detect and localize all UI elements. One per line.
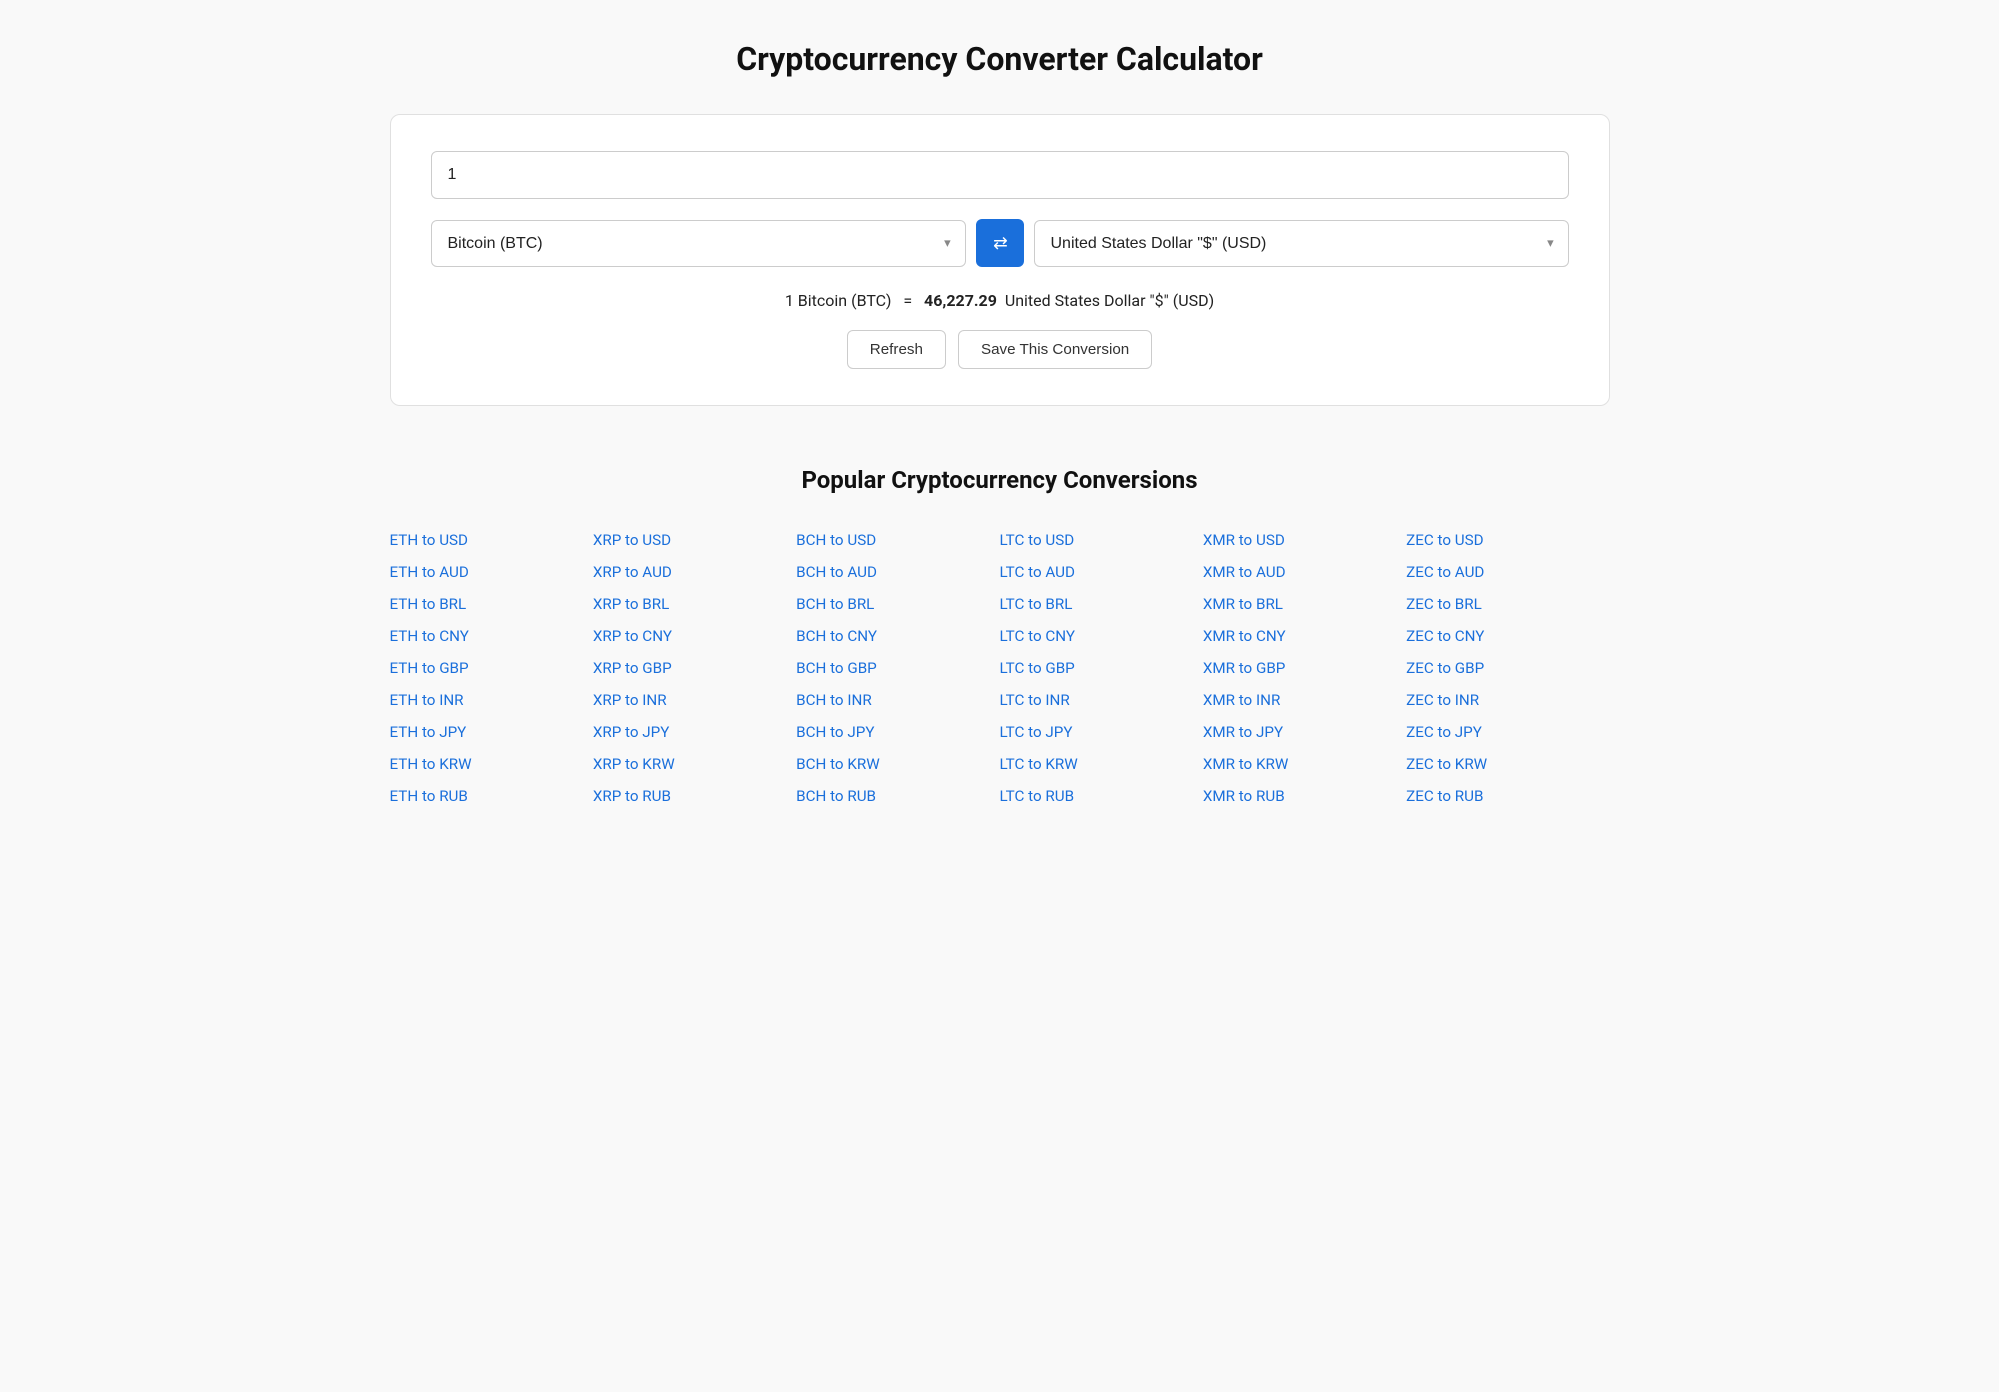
- conversion-link[interactable]: LTC to RUB: [999, 782, 1202, 810]
- conversion-link[interactable]: ETH to AUD: [390, 558, 593, 586]
- conversion-link[interactable]: XRP to INR: [593, 686, 796, 714]
- conversion-col-bch: BCH to USD BCH to AUD BCH to BRL BCH to CNY…: [796, 526, 999, 810]
- to-currency-wrapper: United States Dollar "$" (USD) ▾: [1034, 220, 1569, 267]
- swap-icon: ⇄: [993, 233, 1006, 254]
- conversion-link[interactable]: XMR to JPY: [1203, 718, 1406, 746]
- conversion-link[interactable]: BCH to CNY: [796, 622, 999, 650]
- swap-button[interactable]: ⇄: [976, 219, 1024, 267]
- conversion-link[interactable]: ZEC to BRL: [1406, 590, 1609, 618]
- conversion-link[interactable]: XRP to KRW: [593, 750, 796, 778]
- conversion-link[interactable]: ZEC to CNY: [1406, 622, 1609, 650]
- conversion-link[interactable]: BCH to INR: [796, 686, 999, 714]
- conversion-link[interactable]: ETH to RUB: [390, 782, 593, 810]
- conversion-link[interactable]: XMR to KRW: [1203, 750, 1406, 778]
- popular-section-title: Popular Cryptocurrency Conversions: [390, 466, 1610, 494]
- conversion-link[interactable]: XRP to AUD: [593, 558, 796, 586]
- result-row: 1 Bitcoin (BTC) = 46,227.29 United State…: [431, 291, 1569, 310]
- conversion-link[interactable]: BCH to USD: [796, 526, 999, 554]
- conversion-link[interactable]: XMR to AUD: [1203, 558, 1406, 586]
- save-conversion-button[interactable]: Save This Conversion: [958, 330, 1152, 369]
- conversion-link[interactable]: LTC to AUD: [999, 558, 1202, 586]
- conversion-link[interactable]: XRP to CNY: [593, 622, 796, 650]
- conversion-col-zec: ZEC to USD ZEC to AUD ZEC to BRL ZEC to CNY…: [1406, 526, 1609, 810]
- result-from-text: 1 Bitcoin (BTC): [785, 291, 892, 310]
- conversion-link[interactable]: LTC to GBP: [999, 654, 1202, 682]
- result-equals: =: [903, 291, 912, 310]
- conversion-link[interactable]: BCH to BRL: [796, 590, 999, 618]
- conversion-link[interactable]: ZEC to GBP: [1406, 654, 1609, 682]
- result-amount: 46,227.29: [924, 291, 997, 310]
- currency-row: Bitcoin (BTC) ▾ ⇄ United States Dollar "…: [431, 219, 1569, 267]
- conversion-link[interactable]: BCH to KRW: [796, 750, 999, 778]
- conversion-link[interactable]: ZEC to INR: [1406, 686, 1609, 714]
- conversion-link[interactable]: XMR to GBP: [1203, 654, 1406, 682]
- conversion-link[interactable]: ETH to BRL: [390, 590, 593, 618]
- conversions-grid: ETH to USD ETH to AUD ETH to BRL ETH to CNY…: [390, 526, 1610, 810]
- conversion-link[interactable]: XMR to RUB: [1203, 782, 1406, 810]
- conversion-link[interactable]: ETH to GBP: [390, 654, 593, 682]
- conversion-link[interactable]: LTC to KRW: [999, 750, 1202, 778]
- result-to-currency: United States Dollar "$" (USD): [1005, 291, 1214, 310]
- conversion-link[interactable]: LTC to USD: [999, 526, 1202, 554]
- conversion-link[interactable]: LTC to CNY: [999, 622, 1202, 650]
- conversion-link[interactable]: XRP to GBP: [593, 654, 796, 682]
- conversion-link[interactable]: ZEC to USD: [1406, 526, 1609, 554]
- conversion-col-eth: ETH to USD ETH to AUD ETH to BRL ETH to CNY…: [390, 526, 593, 810]
- conversion-link[interactable]: BCH to RUB: [796, 782, 999, 810]
- conversion-col-xmr: XMR to USD XMR to AUD XMR to BRL XMR to CNY…: [1203, 526, 1406, 810]
- action-buttons: Refresh Save This Conversion: [431, 330, 1569, 369]
- conversion-link[interactable]: ZEC to JPY: [1406, 718, 1609, 746]
- refresh-button[interactable]: Refresh: [847, 330, 946, 369]
- conversion-link[interactable]: XMR to BRL: [1203, 590, 1406, 618]
- conversion-link[interactable]: BCH to JPY: [796, 718, 999, 746]
- conversion-col-ltc: LTC to USD LTC to AUD LTC to BRL LTC to CNY…: [999, 526, 1202, 810]
- conversion-link[interactable]: XMR to USD: [1203, 526, 1406, 554]
- conversion-link[interactable]: ETH to INR: [390, 686, 593, 714]
- conversion-link[interactable]: ETH to USD: [390, 526, 593, 554]
- converter-card: Bitcoin (BTC) ▾ ⇄ United States Dollar "…: [390, 114, 1610, 406]
- conversion-link[interactable]: LTC to BRL: [999, 590, 1202, 618]
- from-currency-wrapper: Bitcoin (BTC) ▾: [431, 220, 966, 267]
- from-currency-select[interactable]: Bitcoin (BTC): [432, 221, 965, 266]
- conversion-link[interactable]: ETH to KRW: [390, 750, 593, 778]
- conversion-link[interactable]: XRP to BRL: [593, 590, 796, 618]
- conversion-link[interactable]: ZEC to KRW: [1406, 750, 1609, 778]
- page-title: Cryptocurrency Converter Calculator: [390, 40, 1610, 78]
- conversion-link[interactable]: ETH to JPY: [390, 718, 593, 746]
- conversion-link[interactable]: LTC to INR: [999, 686, 1202, 714]
- to-currency-select[interactable]: United States Dollar "$" (USD): [1035, 221, 1568, 266]
- amount-input[interactable]: [431, 151, 1569, 199]
- conversion-link[interactable]: XRP to RUB: [593, 782, 796, 810]
- conversion-link[interactable]: XRP to JPY: [593, 718, 796, 746]
- conversion-link[interactable]: BCH to AUD: [796, 558, 999, 586]
- conversion-link[interactable]: XRP to USD: [593, 526, 796, 554]
- conversion-link[interactable]: XMR to CNY: [1203, 622, 1406, 650]
- conversion-link[interactable]: LTC to JPY: [999, 718, 1202, 746]
- conversion-link[interactable]: BCH to GBP: [796, 654, 999, 682]
- conversion-link[interactable]: ETH to CNY: [390, 622, 593, 650]
- conversion-col-xrp: XRP to USD XRP to AUD XRP to BRL XRP to CNY…: [593, 526, 796, 810]
- conversion-link[interactable]: ZEC to AUD: [1406, 558, 1609, 586]
- conversion-link[interactable]: XMR to INR: [1203, 686, 1406, 714]
- conversion-link[interactable]: ZEC to RUB: [1406, 782, 1609, 810]
